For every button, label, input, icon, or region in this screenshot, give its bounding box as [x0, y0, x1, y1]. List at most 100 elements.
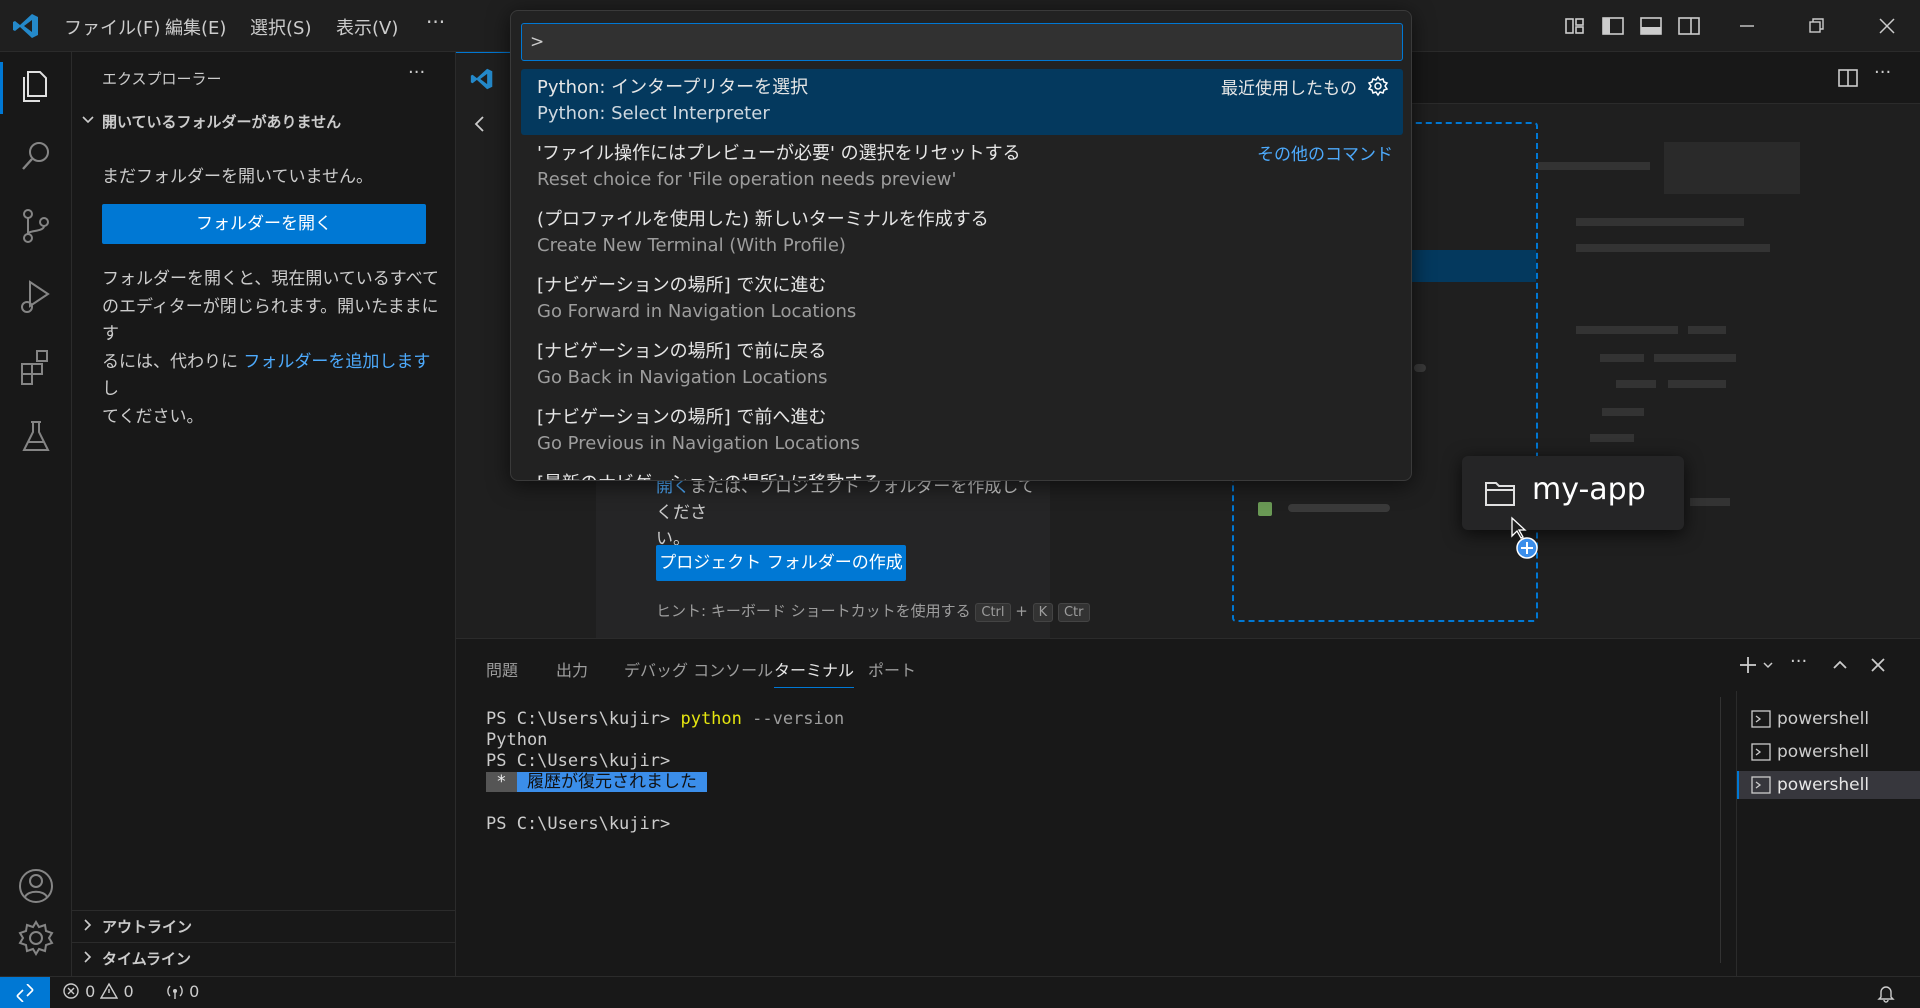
placeholder-bar — [1288, 504, 1390, 512]
placeholder-bar — [1600, 354, 1644, 362]
command-label: [ナビゲーションの場所] で次に進む — [537, 275, 827, 296]
toggle-primary-sidebar-icon[interactable] — [1598, 12, 1628, 40]
restore-icon[interactable] — [1802, 12, 1832, 40]
extensions-icon[interactable] — [14, 344, 58, 388]
info-line: フォルダーを開くと、現在開いているすべて — [102, 269, 439, 289]
maximize-panel-chevron-up-icon[interactable] — [1828, 653, 1852, 677]
terminal-name: powershell — [1777, 709, 1870, 729]
search-icon[interactable] — [14, 134, 58, 178]
activity-bar — [0, 52, 72, 976]
new-terminal-plus-icon[interactable] — [1736, 653, 1760, 677]
terminal-line: PS C:\Users\kujir> — [486, 814, 671, 834]
command-palette-input[interactable] — [521, 23, 1403, 61]
add-folder-link[interactable]: フォルダーを追加します — [243, 352, 430, 372]
error-count: 0 — [85, 982, 96, 1001]
terminal-command: python — [680, 709, 742, 729]
menu-view[interactable]: 表示(V) — [336, 14, 398, 40]
explorer-icon[interactable] — [14, 64, 58, 108]
welcome-card-text: 開くまたは、プロジェクト フォルダーを作成してくださ い。 — [656, 474, 1036, 552]
history-restored-badge: 履歴が復元されました — [516, 772, 708, 792]
sidebar-more-icon[interactable]: ··· — [408, 62, 425, 83]
section-title: 開いているフォルダーがありません — [102, 113, 342, 131]
split-editor-icon[interactable] — [1836, 66, 1860, 90]
back-chevron-icon[interactable] — [470, 114, 490, 134]
placeholder-bar — [1654, 354, 1736, 362]
run-debug-icon[interactable] — [14, 274, 58, 318]
accounts-icon[interactable] — [14, 864, 58, 908]
menu-edit[interactable]: 編集(E) — [165, 14, 226, 40]
terminal-line: Python — [486, 730, 548, 750]
tab-terminal[interactable]: ターミナル — [774, 657, 855, 688]
command-item[interactable]: [ナビゲーションの場所] で前に戻る Go Back in Navigation… — [521, 333, 1403, 399]
bottom-panel: 問題 出力 デバッグ コンソール ターミナル ポート ··· PS C:\Use… — [456, 638, 1920, 977]
command-label: [最新のナビゲーションの場所] に移動する — [537, 469, 880, 480]
menu-selection[interactable]: 選択(S) — [250, 14, 311, 40]
menu-file[interactable]: ファイル(F) — [64, 14, 160, 40]
terminal-list-item[interactable]: powershell — [1737, 738, 1920, 766]
command-label: (プロファイルを使用した) 新しいターミナルを作成する — [537, 209, 989, 230]
placeholder-bar — [1616, 380, 1656, 388]
no-folder-section-header[interactable]: 開いているフォルダーがありません — [72, 108, 456, 132]
tab-problems[interactable]: 問題 — [486, 657, 518, 681]
command-label: 'ファイル操作にはプレビューが必要' の選択をリセットする — [537, 143, 1021, 164]
info-line-pre: るには、代わりに — [102, 351, 244, 372]
explorer-sidebar: エクスプローラー ··· 開いているフォルダーがありません まだフォルダーを開い… — [72, 52, 456, 976]
terminal-icon — [1751, 776, 1771, 794]
notifications-bell-icon[interactable] — [1876, 983, 1896, 1003]
placeholder-bar — [1576, 326, 1678, 334]
terminal-list-item-active[interactable]: powershell — [1737, 771, 1920, 799]
placeholder-block — [1664, 142, 1800, 194]
placeholder-bar — [1634, 218, 1744, 226]
key-ctrl-2: Ctr — [1057, 603, 1090, 622]
command-item[interactable]: (プロファイルを使用した) 新しいターミナルを作成する Create New T… — [521, 201, 1403, 267]
menu-more[interactable]: ··· — [426, 10, 445, 34]
welcome-card: 開くまたは、プロジェクト フォルダーを作成してくださ い。 プロジェクト フォル… — [596, 454, 1090, 638]
testing-icon[interactable] — [14, 414, 58, 458]
ports-count: 0 — [189, 982, 200, 1001]
source-control-icon[interactable] — [14, 204, 58, 248]
ports-status[interactable]: 0 — [166, 982, 199, 1001]
manage-gear-icon[interactable] — [14, 916, 58, 960]
terminal-output[interactable]: PS C:\Users\kujir> python --version Pyth… — [486, 709, 844, 835]
other-commands-label: その他のコマンド — [1257, 145, 1393, 165]
open-folder-button[interactable]: フォルダーを開く — [102, 204, 426, 244]
editor-more-icon[interactable]: ··· — [1874, 62, 1891, 83]
command-item[interactable]: [ナビゲーションの場所] で次に進む Go Forward in Navigat… — [521, 267, 1403, 333]
terminal-prompt: PS C:\Users\kujir> — [486, 709, 681, 729]
command-detail: Go Previous in Navigation Locations — [537, 433, 860, 454]
tab-output[interactable]: 出力 — [556, 657, 588, 681]
close-window-icon[interactable] — [1872, 12, 1902, 40]
command-item-selected[interactable]: Python: インタープリターを選択 Python: Select Inter… — [521, 69, 1403, 135]
warning-count: 0 — [123, 982, 134, 1001]
command-detail: Go Forward in Navigation Locations — [537, 301, 857, 322]
command-item[interactable]: 'ファイル操作にはプレビューが必要' の選択をリセットする Reset choi… — [521, 135, 1403, 201]
terminal-scrollbar-track[interactable] — [1720, 697, 1721, 963]
terminal-list-item[interactable]: powershell — [1737, 705, 1920, 733]
terminal-dropdown-chevron-icon[interactable] — [1760, 657, 1776, 673]
tab-ports[interactable]: ポート — [868, 657, 916, 681]
close-panel-icon[interactable] — [1866, 653, 1890, 677]
remote-indicator[interactable] — [0, 977, 50, 1008]
toggle-panel-icon[interactable] — [1636, 12, 1666, 40]
tab-debug-console[interactable]: デバッグ コンソール — [624, 657, 773, 681]
customize-layout-icon[interactable] — [1560, 12, 1590, 40]
terminal-icon — [1751, 710, 1771, 728]
terminal-tabs-list: powershell powershell powershell — [1736, 691, 1920, 977]
key-plus: + — [1015, 602, 1028, 620]
placeholder-bar — [1590, 434, 1634, 442]
welcome-text: または、プロジェクト フォルダーを作成してくださ — [656, 477, 1035, 523]
command-item[interactable]: [ナビゲーションの場所] で前へ進む Go Previous in Naviga… — [521, 399, 1403, 465]
terminal-name: powershell — [1777, 742, 1870, 762]
timeline-section-header[interactable]: タイムライン — [72, 942, 456, 970]
minimize-icon[interactable] — [1732, 12, 1762, 40]
outline-section-header[interactable]: アウトライン — [72, 910, 456, 938]
command-item[interactable]: [最新のナビゲーションの場所] に移動する — [521, 465, 1403, 480]
panel-more-icon[interactable]: ··· — [1790, 651, 1807, 672]
warning-icon — [100, 982, 119, 999]
toggle-secondary-sidebar-icon[interactable] — [1674, 12, 1704, 40]
configure-keybinding-gear-icon[interactable] — [1367, 75, 1389, 97]
problems-status[interactable]: 0 0 — [62, 982, 134, 1004]
create-project-folder-button[interactable]: プロジェクト フォルダーの作成 — [656, 545, 906, 581]
drag-folder-preview: my-app — [1462, 456, 1684, 530]
status-bar: 0 0 0 — [0, 976, 1920, 1008]
